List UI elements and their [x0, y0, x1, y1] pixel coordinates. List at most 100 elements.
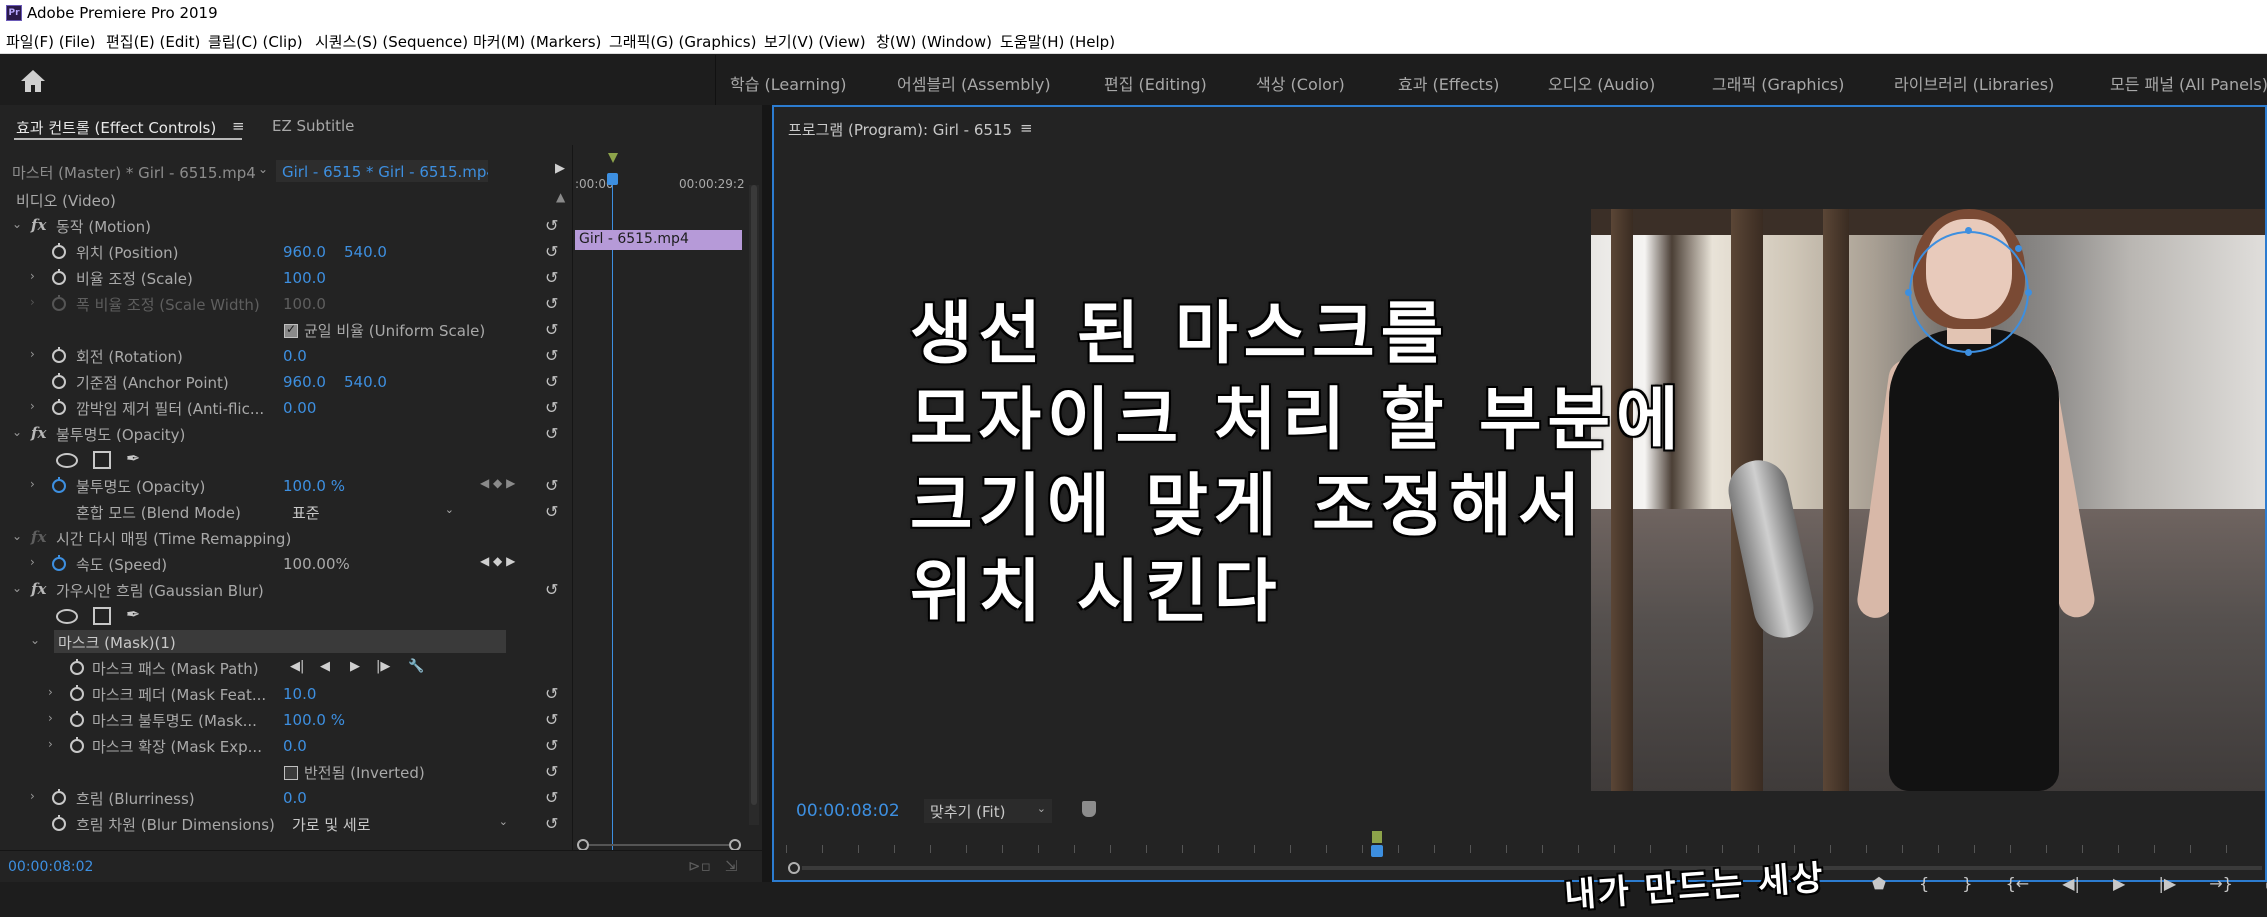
playhead-marker[interactable] [608, 153, 618, 163]
mask-vertex[interactable] [2025, 289, 2032, 296]
go-to-in-icon[interactable]: {← [2006, 874, 2030, 893]
playhead-handle[interactable] [607, 173, 618, 185]
zoom-handle-left[interactable] [788, 862, 800, 874]
inverted-checkbox[interactable] [284, 766, 298, 780]
twirl-right-icon[interactable]: › [48, 685, 53, 699]
step-forward-icon[interactable]: |▶ [2158, 874, 2176, 893]
pen-mask-icon[interactable]: ✒ [126, 605, 140, 625]
menu-clip[interactable]: 클립(C) (Clip) [208, 31, 303, 52]
play-only-clip-icon[interactable]: ▶ [555, 161, 565, 176]
menu-help[interactable]: 도움말(H) (Help) [1000, 31, 1115, 52]
workspace-tab-libraries[interactable]: 라이브러리 (Libraries) [1894, 71, 2054, 95]
twirl-down-icon[interactable]: ⌄ [12, 425, 22, 439]
reset-icon[interactable]: ↺ [545, 294, 558, 313]
mask-vertex[interactable] [1965, 349, 1972, 356]
rotation-value[interactable]: 0.0 [283, 347, 307, 365]
stopwatch-icon[interactable] [70, 685, 84, 701]
workspace-tab-effects[interactable]: 효과 (Effects) [1398, 71, 1499, 95]
step-forward-icon[interactable]: ▶ [350, 659, 360, 674]
zoom-track[interactable] [589, 844, 729, 846]
reset-icon[interactable]: ↺ [545, 424, 558, 443]
reset-icon[interactable]: ↺ [545, 268, 558, 287]
twirl-down-icon[interactable]: ⌄ [12, 581, 22, 595]
reset-icon[interactable]: ↺ [545, 580, 558, 599]
track-backward-icon[interactable]: ◀| [290, 659, 304, 674]
ellipse-mask-icon[interactable] [56, 453, 78, 468]
reset-icon[interactable]: ↺ [545, 502, 558, 521]
reset-icon[interactable]: ↺ [545, 398, 558, 417]
mask-expansion-value[interactable]: 0.0 [283, 737, 307, 755]
tab-ez-subtitle[interactable]: EZ Subtitle [272, 117, 354, 135]
reset-icon[interactable]: ↺ [545, 346, 558, 365]
clip-bar[interactable]: Girl - 6515.mp4 [575, 230, 742, 250]
twirl-down-icon[interactable]: ⌄ [30, 633, 40, 647]
step-backward-icon[interactable]: ◀ [320, 659, 330, 674]
blur-dimensions-dropdown[interactable]: 가로 및 세로 ⌄ [288, 812, 512, 835]
video-frame[interactable] [1591, 209, 2265, 791]
twirl-down-icon[interactable]: ⌄ [12, 529, 22, 543]
scrollbar-thumb[interactable] [751, 185, 757, 805]
stopwatch-icon[interactable] [52, 243, 66, 259]
program-timeline-ruler[interactable] [786, 831, 2256, 857]
keyframe-nav-icon[interactable]: ◀ ◆ ▶ [480, 476, 515, 490]
menu-graphics[interactable]: 그래픽(G) (Graphics) [609, 31, 756, 52]
reset-icon[interactable]: ↺ [545, 476, 558, 495]
sequence-clip-selector[interactable]: Girl - 6515 * Girl - 6515.mp4 [276, 160, 488, 182]
mask-vertex[interactable] [2015, 245, 2022, 252]
stopwatch-icon[interactable] [70, 737, 84, 753]
rectangle-mask-icon[interactable] [93, 607, 111, 625]
fx-icon[interactable]: fx [31, 424, 46, 442]
twirl-right-icon[interactable]: › [30, 269, 35, 283]
filter-and-export-icons[interactable]: ⊳▫ ⇲ [688, 857, 738, 875]
zoom-track[interactable] [802, 866, 2262, 870]
reset-icon[interactable]: ↺ [545, 710, 558, 729]
panel-menu-icon[interactable]: ≡ [232, 117, 245, 135]
workspace-tab-graphics[interactable]: 그래픽 (Graphics) [1712, 71, 1844, 95]
anchor-y-value[interactable]: 540.0 [344, 373, 387, 391]
stopwatch-icon[interactable] [52, 399, 66, 415]
workspace-tab-learning[interactable]: 학습 (Learning) [730, 71, 846, 95]
stopwatch-icon[interactable] [52, 789, 66, 805]
current-timecode[interactable]: 00:00:08:02 [8, 859, 93, 875]
anti-flicker-value[interactable]: 0.00 [283, 399, 316, 417]
program-timecode[interactable]: 00:00:08:02 [796, 801, 900, 821]
playhead-marker[interactable] [1372, 831, 1382, 843]
home-icon[interactable] [18, 68, 48, 94]
fx-icon[interactable]: fx [31, 580, 46, 598]
stopwatch-icon[interactable] [52, 269, 66, 285]
stopwatch-icon[interactable] [52, 347, 66, 363]
video-viewport[interactable]: 생선 된 마스크를 모자이크 처리 할 부분에 크기에 맞게 조정해서 위치 시… [774, 157, 2265, 793]
reset-icon[interactable]: ↺ [545, 684, 558, 703]
keyframe-nav-icon[interactable]: ◀ ◆ ▶ [480, 554, 515, 568]
reset-icon[interactable]: ↺ [545, 814, 558, 833]
wrench-icon[interactable]: 🔧 [408, 659, 424, 674]
program-monitor-title[interactable]: 프로그램 (Program): Girl - 6515 [788, 119, 1012, 140]
stopwatch-icon[interactable] [70, 711, 84, 727]
step-back-icon[interactable]: ◀| [2062, 874, 2080, 893]
menu-edit[interactable]: 편집(E) (Edit) [106, 31, 200, 52]
mark-in-icon[interactable]: { [1919, 874, 1929, 893]
mask-item[interactable]: ⌄ 마스크 (Mask)(1) [0, 629, 572, 655]
reset-icon[interactable]: ↺ [545, 372, 558, 391]
reset-icon[interactable]: ↺ [545, 788, 558, 807]
twirl-right-icon[interactable]: › [30, 555, 35, 569]
tab-effect-controls[interactable]: 효과 컨트롤 (Effect Controls) [16, 117, 216, 138]
fx-icon[interactable]: fx [31, 216, 46, 234]
position-y-value[interactable]: 540.0 [344, 243, 387, 261]
mask-ellipse[interactable] [1909, 231, 2029, 353]
workspace-tab-editing[interactable]: 편집 (Editing) [1104, 71, 1207, 95]
speed-value[interactable]: 100.00% [283, 555, 350, 573]
reset-icon[interactable]: ↺ [545, 320, 558, 339]
stopwatch-icon[interactable] [52, 555, 66, 571]
mark-out-icon[interactable]: } [1962, 874, 1972, 893]
twirl-right-icon[interactable]: › [30, 789, 35, 803]
timeline-scrollbar[interactable] [749, 185, 759, 825]
opacity-value[interactable]: 100.0 % [283, 477, 345, 495]
play-icon[interactable]: ▶ [2113, 874, 2125, 893]
go-to-out-icon[interactable]: →} [2209, 874, 2233, 893]
mask-vertex[interactable] [1965, 227, 1972, 234]
timeline-ruler[interactable]: :00:00 00:00:29:2 [573, 153, 748, 191]
blurriness-value[interactable]: 0.0 [283, 789, 307, 807]
stopwatch-icon[interactable] [70, 659, 84, 675]
twirl-right-icon[interactable]: › [48, 737, 53, 751]
